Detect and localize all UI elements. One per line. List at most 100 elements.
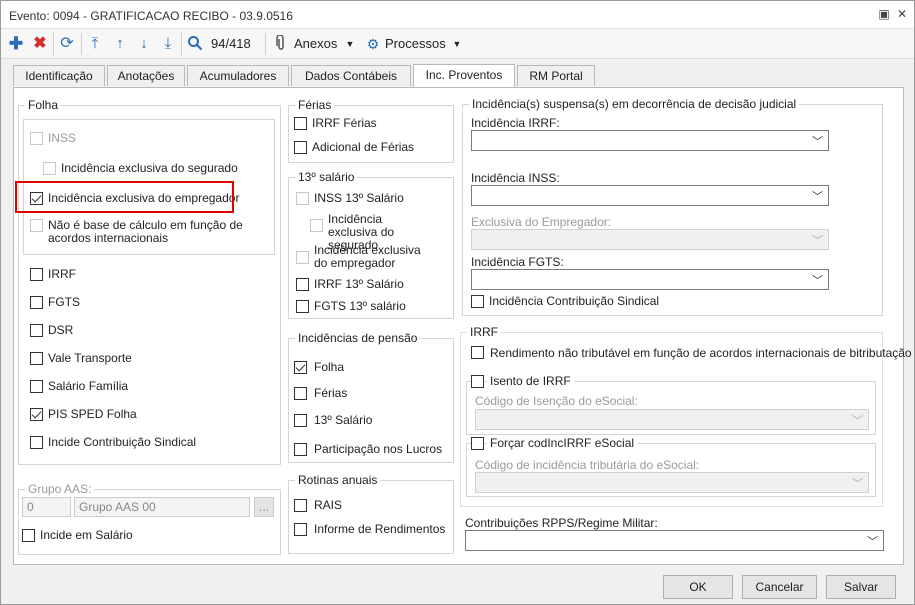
- pensao-legend: Incidências de pensão: [295, 331, 421, 345]
- chevron-down-icon[interactable]: ▼: [451, 35, 463, 53]
- tab-anotacoes[interactable]: Anotações: [107, 65, 185, 86]
- next-record-icon[interactable]: ↓: [135, 35, 153, 53]
- tab-acumuladores[interactable]: Acumuladores: [187, 65, 289, 86]
- chevron-down-icon: ﹀: [812, 275, 823, 287]
- fgts-13-checkbox[interactable]: [296, 300, 309, 313]
- save-button[interactable]: Salvar: [826, 575, 896, 599]
- decimo-legend: 13º salário: [295, 170, 358, 184]
- paperclip-icon: [274, 34, 288, 53]
- pis-sped-checkbox[interactable]: [30, 408, 43, 421]
- rotinas-group: Rotinas anuais: [288, 473, 454, 554]
- codigo-isencao-label: Código de Isenção do eSocial:: [475, 394, 638, 408]
- codigo-isencao-select[interactable]: ﹀: [475, 409, 869, 430]
- grupo-aas-code-field[interactable]: 0: [22, 497, 71, 517]
- pensao-ferias-label: Férias: [314, 386, 348, 400]
- tab-dados-contabeis[interactable]: Dados Contábeis: [291, 65, 411, 86]
- rais-label: RAIS: [314, 498, 343, 512]
- fgts-checkbox[interactable]: [30, 296, 43, 309]
- record-counter: 94/418: [211, 36, 251, 51]
- restore-icon[interactable]: ▣: [876, 6, 892, 22]
- grupo-aas-name-field[interactable]: Grupo AAS 00: [74, 497, 250, 517]
- nao-base-checkbox[interactable]: [30, 219, 43, 232]
- pensao-folha-checkbox[interactable]: [294, 361, 307, 374]
- vale-transporte-label: Vale Transporte: [48, 351, 132, 365]
- irrf-13-checkbox[interactable]: [296, 278, 309, 291]
- processos-menu[interactable]: Processos: [385, 35, 449, 53]
- rpps-select[interactable]: ﹀: [465, 530, 884, 551]
- first-record-icon[interactable]: ⤒: [86, 35, 104, 53]
- incide-salario-checkbox[interactable]: [22, 529, 35, 542]
- chevron-down-icon: ﹀: [852, 415, 863, 427]
- vale-transporte-checkbox[interactable]: [30, 352, 43, 365]
- grupo-aas-legend: Grupo AAS:: [25, 482, 95, 496]
- decimo-inc-empregador-checkbox[interactable]: [296, 251, 309, 264]
- salario-familia-checkbox[interactable]: [30, 380, 43, 393]
- fgts-label: FGTS: [48, 295, 80, 309]
- chevron-down-icon[interactable]: ▼: [344, 35, 356, 53]
- adicional-ferias-checkbox[interactable]: [294, 141, 307, 154]
- inss-checkbox[interactable]: [30, 132, 43, 145]
- decimo-inc-segurado-checkbox[interactable]: [310, 219, 323, 232]
- pensao-ferias-checkbox[interactable]: [294, 387, 307, 400]
- incidencia-inss-select[interactable]: ﹀: [471, 185, 829, 206]
- incidencia-inss-label: Incidência INSS:: [471, 171, 560, 185]
- cancel-button[interactable]: Cancelar: [742, 575, 817, 599]
- incidencia-fgts-label: Incidência FGTS:: [471, 255, 564, 269]
- irrf-ferias-checkbox[interactable]: [294, 117, 307, 130]
- tab-rm-portal[interactable]: RM Portal: [517, 65, 595, 86]
- exclusiva-empregador-label: Exclusiva do Empregador:: [471, 215, 612, 229]
- decimo-inc-empregador-label: Incidência exclusiva do empregador: [314, 243, 421, 270]
- chevron-down-icon: ﹀: [852, 478, 863, 490]
- pensao-13-label: 13º Salário: [314, 413, 373, 427]
- folha-legend: Folha: [25, 98, 62, 112]
- tab-inc-proventos[interactable]: Inc. Proventos: [413, 64, 515, 87]
- rotinas-legend: Rotinas anuais: [295, 473, 381, 487]
- chevron-down-icon: ﹀: [867, 536, 878, 548]
- tab-identificacao[interactable]: Identificação: [13, 65, 105, 86]
- ferias-group: Férias: [288, 98, 454, 163]
- pensao-13-checkbox[interactable]: [294, 414, 307, 427]
- forcar-checkbox[interactable]: [471, 437, 484, 450]
- separator: [53, 33, 54, 55]
- separator: [81, 33, 82, 55]
- title-bar: Evento: 0094 - GRATIFICACAO RECIBO - 03.…: [1, 1, 914, 29]
- rendimento-label: Rendimento não tributável em função de a…: [490, 346, 912, 360]
- incidencia-irrf-label: Incidência IRRF:: [471, 116, 560, 130]
- incidencia-fgts-select[interactable]: ﹀: [471, 269, 829, 290]
- codigo-incidencia-label: Código de incidência tributária do eSoci…: [475, 458, 700, 472]
- dsr-checkbox[interactable]: [30, 324, 43, 337]
- previous-record-icon[interactable]: ↑: [111, 35, 129, 53]
- nao-base-label: Não é base de cálculo em função de acord…: [48, 218, 243, 245]
- pensao-plr-checkbox[interactable]: [294, 443, 307, 456]
- chevron-down-icon: ﹀: [812, 191, 823, 203]
- irrf-checkbox[interactable]: [30, 268, 43, 281]
- pensao-folha-label: Folha: [314, 360, 345, 374]
- irrf-ferias-label: IRRF Férias: [312, 116, 377, 130]
- informe-checkbox[interactable]: [294, 523, 307, 536]
- delete-icon[interactable]: ✖: [31, 35, 49, 53]
- inc-segurado-checkbox[interactable]: [43, 162, 56, 175]
- pensao-plr-label: Participação nos Lucros: [314, 442, 443, 456]
- incidencia-irrf-select[interactable]: ﹀: [471, 130, 829, 151]
- fgts-13-label: FGTS 13º salário: [314, 299, 406, 313]
- last-record-icon[interactable]: ⤓: [159, 35, 177, 53]
- ok-button[interactable]: OK: [663, 575, 733, 599]
- codigo-incidencia-select[interactable]: ﹀: [475, 472, 869, 493]
- anexos-menu[interactable]: Anexos: [294, 35, 340, 53]
- pis-sped-label: PIS SPED Folha: [48, 407, 137, 421]
- rais-checkbox[interactable]: [294, 499, 307, 512]
- search-icon[interactable]: [185, 35, 205, 53]
- isento-checkbox[interactable]: [471, 375, 484, 388]
- rendimento-checkbox[interactable]: [471, 346, 484, 359]
- close-icon[interactable]: ✕: [894, 6, 910, 22]
- grupo-aas-lookup-button[interactable]: ...: [254, 497, 274, 517]
- contribuicao-sindical-label: Incidência Contribuição Sindical: [489, 294, 660, 308]
- sindical-checkbox[interactable]: [30, 436, 43, 449]
- add-icon[interactable]: ✚: [7, 35, 25, 53]
- refresh-icon[interactable]: ⟳: [58, 35, 76, 53]
- chevron-down-icon: ﹀: [812, 136, 823, 148]
- irrf-legend: IRRF: [467, 325, 501, 339]
- exclusiva-empregador-select[interactable]: ﹀: [471, 229, 829, 250]
- contribuicao-sindical-checkbox[interactable]: [471, 295, 484, 308]
- inss-13-checkbox[interactable]: [296, 192, 309, 205]
